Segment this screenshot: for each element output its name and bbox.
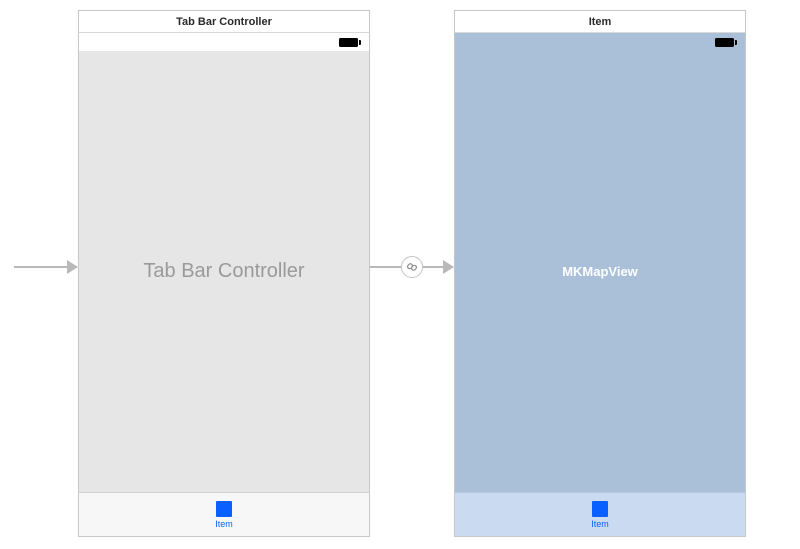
map-view[interactable]: MKMapView [455,51,745,492]
tab-item-label: Item [591,519,609,529]
scene-item-map[interactable]: Item MKMapView Item [454,10,746,537]
scene-content-area[interactable]: Tab Bar Controller [79,51,369,492]
scene-tab-bar-controller[interactable]: Tab Bar Controller Tab Bar Controller It… [78,10,370,537]
tab-item-square-icon [216,501,232,517]
tab-bar-item[interactable]: Item [591,501,609,529]
mapview-class-label: MKMapView [562,264,638,279]
initial-vc-arrow[interactable] [14,260,78,274]
status-bar [79,33,369,51]
battery-icon [339,38,361,47]
tab-bar[interactable]: Item [79,492,369,536]
arrow-line [14,266,68,268]
tab-bar-item[interactable]: Item [215,501,233,529]
status-bar [455,33,745,51]
storyboard-canvas[interactable]: Tab Bar Controller Tab Bar Controller It… [0,0,800,549]
battery-icon [715,38,737,47]
scene-title: Tab Bar Controller [176,16,272,28]
tab-item-label: Item [215,519,233,529]
scene-title-bar[interactable]: Tab Bar Controller [79,11,369,33]
arrow-head-icon [67,260,78,274]
tab-bar[interactable]: Item [455,492,745,536]
scene-title-bar[interactable]: Item [455,11,745,33]
scene-title: Item [589,16,612,28]
tab-item-square-icon [592,501,608,517]
segue-arrow[interactable] [370,260,454,274]
content-placeholder-label: Tab Bar Controller [143,260,304,283]
segue-relationship-icon[interactable] [401,256,423,278]
arrow-head-icon [443,260,454,274]
